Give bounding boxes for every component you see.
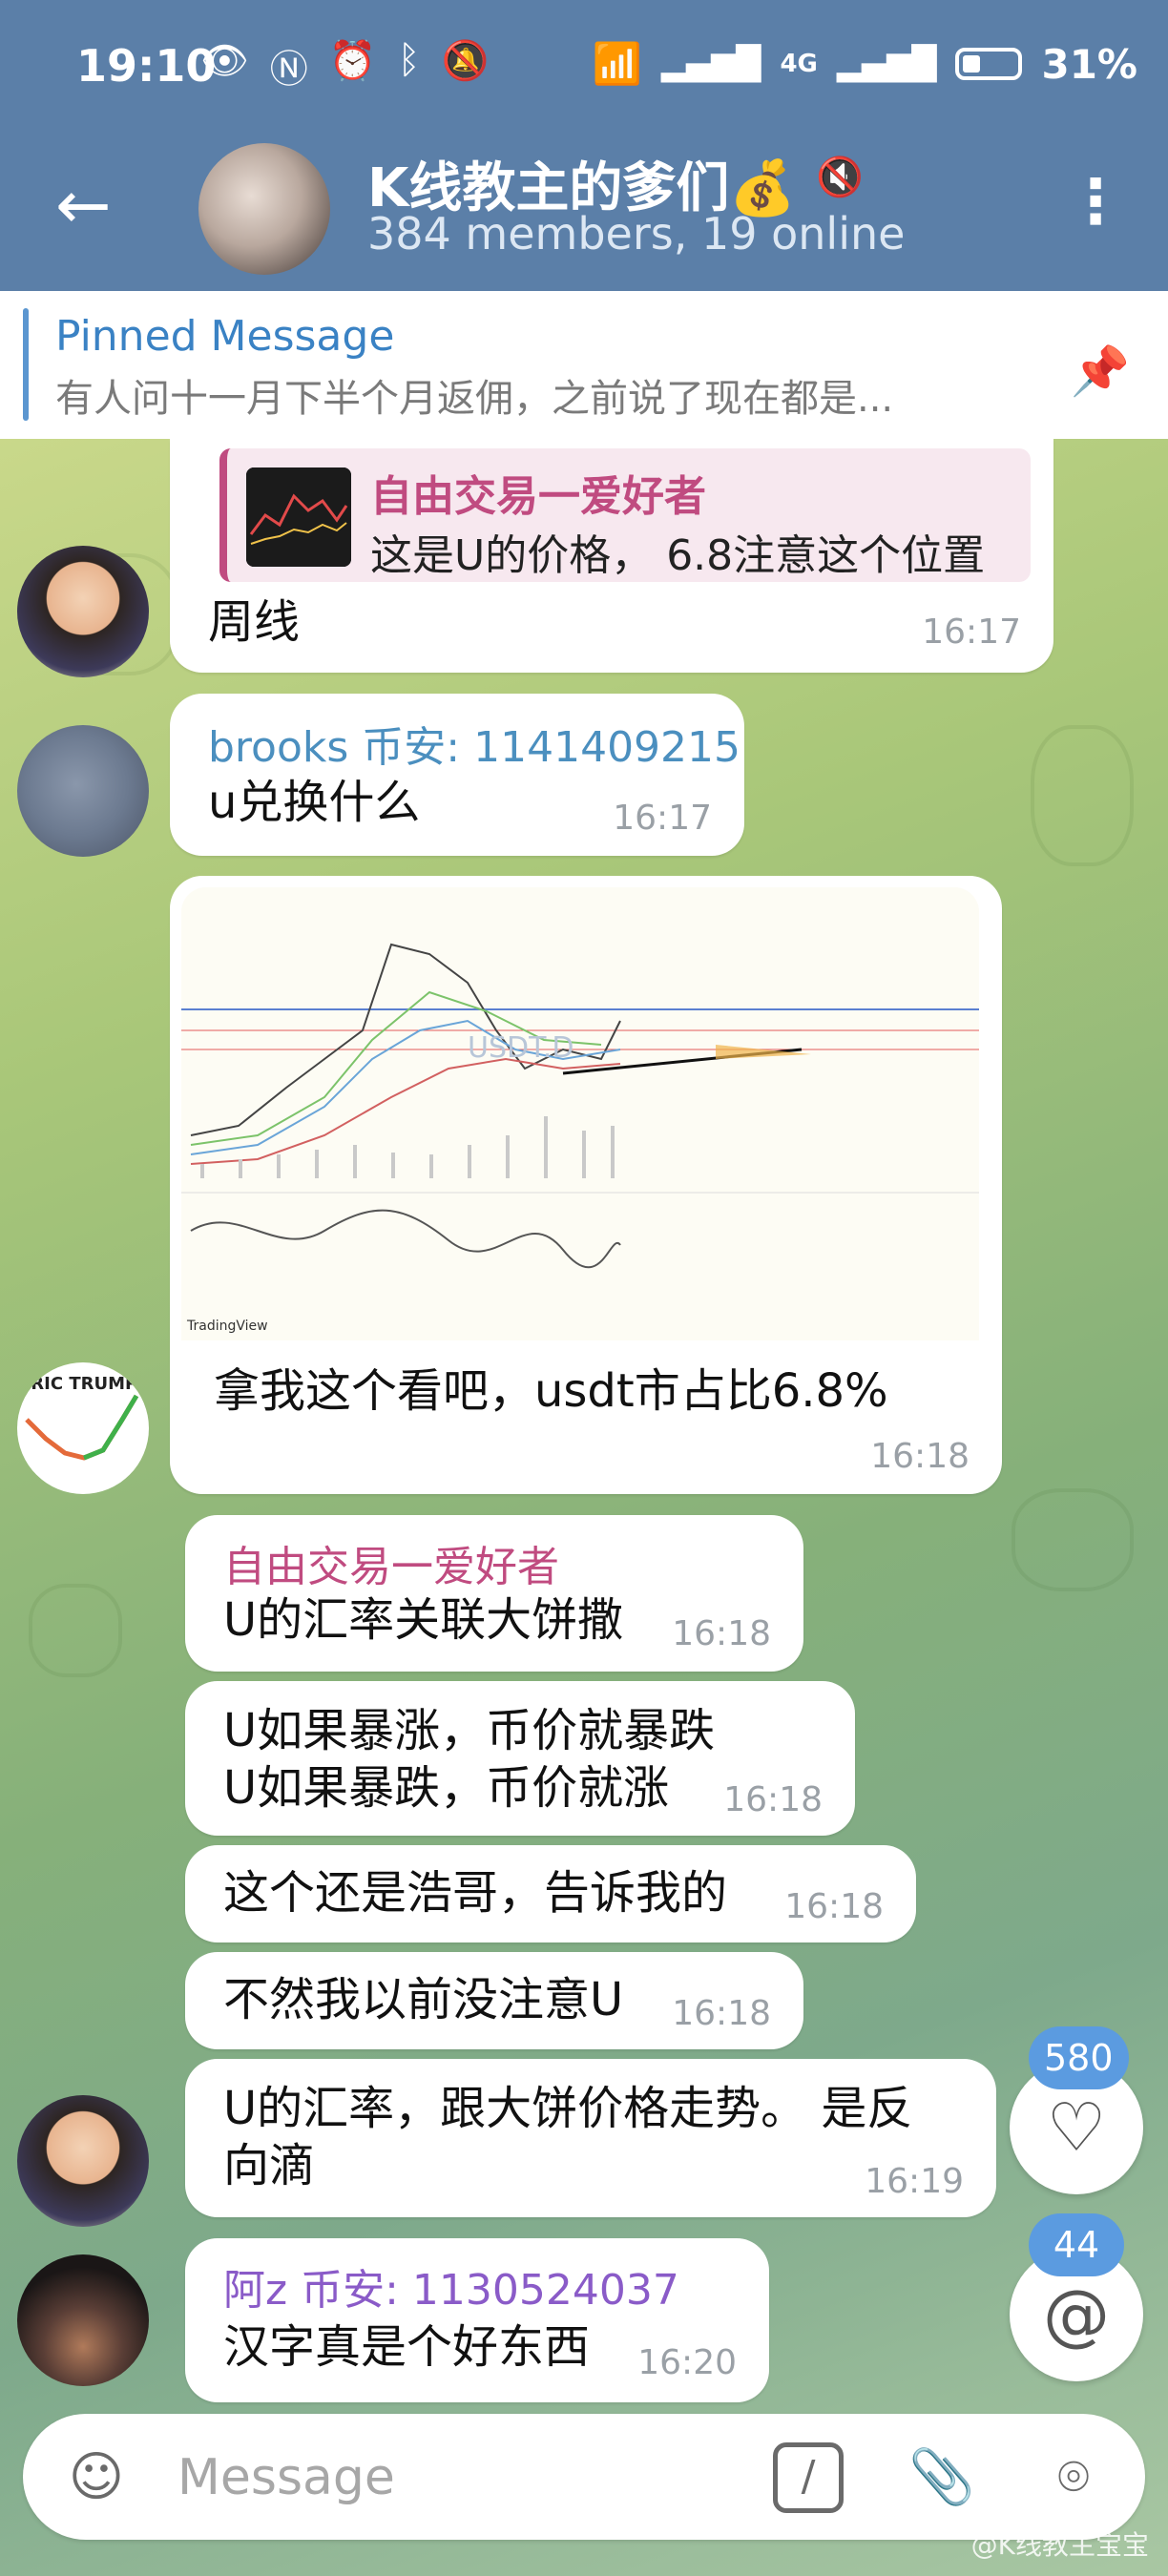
status-bar: 19:10 👁 Ⓝ ⏰ ᛒ 🔕 📶 ▂▄▆█ 4G ▂▄▆█ 31% [0, 0, 1168, 134]
status-left-icons: 👁 Ⓝ ⏰ ᛒ 🔕 [200, 38, 489, 93]
message-time: 16:20 [637, 2343, 737, 2382]
attach-icon[interactable]: 📎 [907, 2442, 977, 2513]
message-text: u兑换什么 [208, 776, 421, 829]
doodle-shape [1012, 1488, 1134, 1591]
network-type: 4G [780, 50, 818, 78]
message-bubble[interactable]: U如果暴涨，币价就暴跌 U如果暴跌，币价就涨 16:18 [185, 1681, 855, 1836]
alarm-icon: ⏰ [328, 39, 377, 83]
avatar[interactable] [17, 2095, 149, 2227]
reply-thumbnail [246, 467, 351, 567]
reactions-count-badge: 580 [1029, 2026, 1129, 2089]
pinned-text: 有人问十一月下半个月返佣，之前说了现在都是... [55, 377, 894, 421]
pinned-title: Pinned Message [55, 312, 395, 361]
chart-image[interactable]: USDT.D TradingView [181, 887, 979, 1340]
message-time: 16:18 [870, 1437, 970, 1476]
message-sender[interactable]: brooks 币安: 1141409215 [208, 713, 740, 774]
message-text: U的汇率关联大饼撒 [223, 1593, 624, 1647]
avatar[interactable] [17, 546, 149, 677]
message-time: 16:18 [672, 1614, 771, 1653]
eye-icon: 👁 [200, 39, 249, 83]
doodle-shape [29, 1584, 122, 1677]
group-subtitle: 384 members, 19 online [367, 208, 906, 260]
at-icon: @ [1043, 2275, 1110, 2354]
bluetooth-icon: ᛒ [397, 38, 421, 82]
chat-header: ← K线教主的爹们💰 🔇 384 members, 19 online ⋮ [0, 134, 1168, 291]
mentions-count-badge: 44 [1029, 2213, 1124, 2276]
nfc-icon: Ⓝ [269, 48, 308, 92]
group-avatar[interactable] [198, 143, 330, 275]
bot-commands-icon[interactable]: / [773, 2442, 844, 2513]
message-time: 16:19 [865, 2162, 964, 2201]
message-text: U的汇率，跟大饼价格走势。 是反 [223, 2082, 913, 2135]
reply-quote[interactable]: 自由交易一爱好者 这是U的价格， 6.8注意这个位置 [219, 448, 1031, 582]
message-text: U如果暴跌，币价就涨 [223, 1761, 670, 1815]
message-bubble[interactable]: 不然我以前没注意U 16:18 [185, 1952, 803, 2049]
pin-list-icon[interactable]: 📌 [1071, 343, 1130, 400]
message-text: 这个还是浩哥，告诉我的 [223, 1866, 728, 1920]
message-input[interactable] [176, 2439, 752, 2517]
camera-icon[interactable]: ⌾ [1038, 2442, 1109, 2513]
battery-icon [955, 48, 1023, 80]
message-bubble[interactable]: U的汇率，跟大饼价格走势。 是反 向滴 16:19 [185, 2059, 996, 2217]
message-text: 周线 [208, 595, 301, 649]
watermark-caption: @K线教主宝宝 [970, 2529, 1149, 2561]
avatar[interactable]: ERIC TRUMP [17, 1362, 149, 1494]
message-sender[interactable]: 阿z 币安: 1130524037 [223, 2255, 679, 2316]
message-bubble[interactable]: 自由交易一爱好者 这是U的价格， 6.8注意这个位置 周线 16:17 [170, 439, 1053, 673]
message-text: 向滴 [223, 2139, 316, 2192]
pinned-indicator [23, 308, 29, 421]
message-time: 16:18 [784, 1887, 884, 1926]
status-right-icons: 📶 ▂▄▆█ 4G ▂▄▆█ 31% [593, 40, 1137, 88]
message-time: 16:18 [723, 1780, 823, 1819]
avatar-chart-icon [25, 1394, 139, 1461]
avatar[interactable] [17, 725, 149, 857]
back-arrow-icon[interactable]: ← [55, 172, 112, 239]
message-bubble[interactable]: 自由交易一爱好者 U的汇率关联大饼撒 16:18 [185, 1515, 803, 1672]
sticker-icon[interactable]: ☺ [61, 2442, 132, 2513]
message-bubble[interactable]: 这个还是浩哥，告诉我的 16:18 [185, 1845, 916, 1942]
signal-icon-2: ▂▄▆█ [836, 45, 937, 83]
message-text: 不然我以前没注意U [223, 1973, 624, 2026]
more-menu-icon[interactable]: ⋮ [1065, 172, 1126, 233]
reply-chart-thumbnail [246, 467, 351, 567]
chart-brand: TradingView [186, 1319, 268, 1334]
message-bubble[interactable]: brooks 币安: 1141409215 u兑换什么 16:17 [170, 694, 744, 856]
message-time: 16:17 [613, 799, 712, 838]
message-sender[interactable]: 自由交易一爱好者 [223, 1532, 559, 1593]
status-time: 19:10 [76, 40, 217, 92]
message-bubble[interactable]: USDT.D TradingView 拿我这个看吧，usdt市占比6.8% 16… [170, 876, 1002, 1494]
signal-icon: ▂▄▆█ [660, 45, 761, 83]
muted-icon: 🔇 [816, 156, 864, 199]
message-composer: ☺ / 📎 ⌾ [23, 2414, 1145, 2540]
mute-bell-icon: 🔕 [441, 39, 490, 83]
message-bubble[interactable]: 阿z 币安: 1130524037 汉字真是个好东西 16:20 [185, 2238, 769, 2402]
reply-text: 这是U的价格， 6.8注意这个位置 [370, 531, 986, 580]
wifi-icon: 📶 [592, 40, 642, 87]
battery-percent: 31% [1041, 40, 1137, 88]
pinned-message-bar[interactable]: Pinned Message 有人问十一月下半个月返佣，之前说了现在都是... … [0, 291, 1168, 440]
chart-watermark: USDT.D [468, 1031, 574, 1065]
doodle-shape [1031, 725, 1134, 866]
chart-svg: USDT.D TradingView [181, 887, 979, 1340]
avatar[interactable] [17, 2254, 149, 2386]
message-text: 拿我这个看吧，usdt市占比6.8% [214, 1364, 888, 1418]
message-time: 16:17 [922, 613, 1021, 652]
message-text: 汉字真是个好东西 [223, 2320, 591, 2374]
reply-sender: 自由交易一爱好者 [370, 472, 706, 521]
message-time: 16:18 [672, 1994, 771, 2033]
heart-icon: ♡ [1046, 2088, 1107, 2167]
message-text: U如果暴涨，币价就暴跌 [223, 1704, 716, 1757]
